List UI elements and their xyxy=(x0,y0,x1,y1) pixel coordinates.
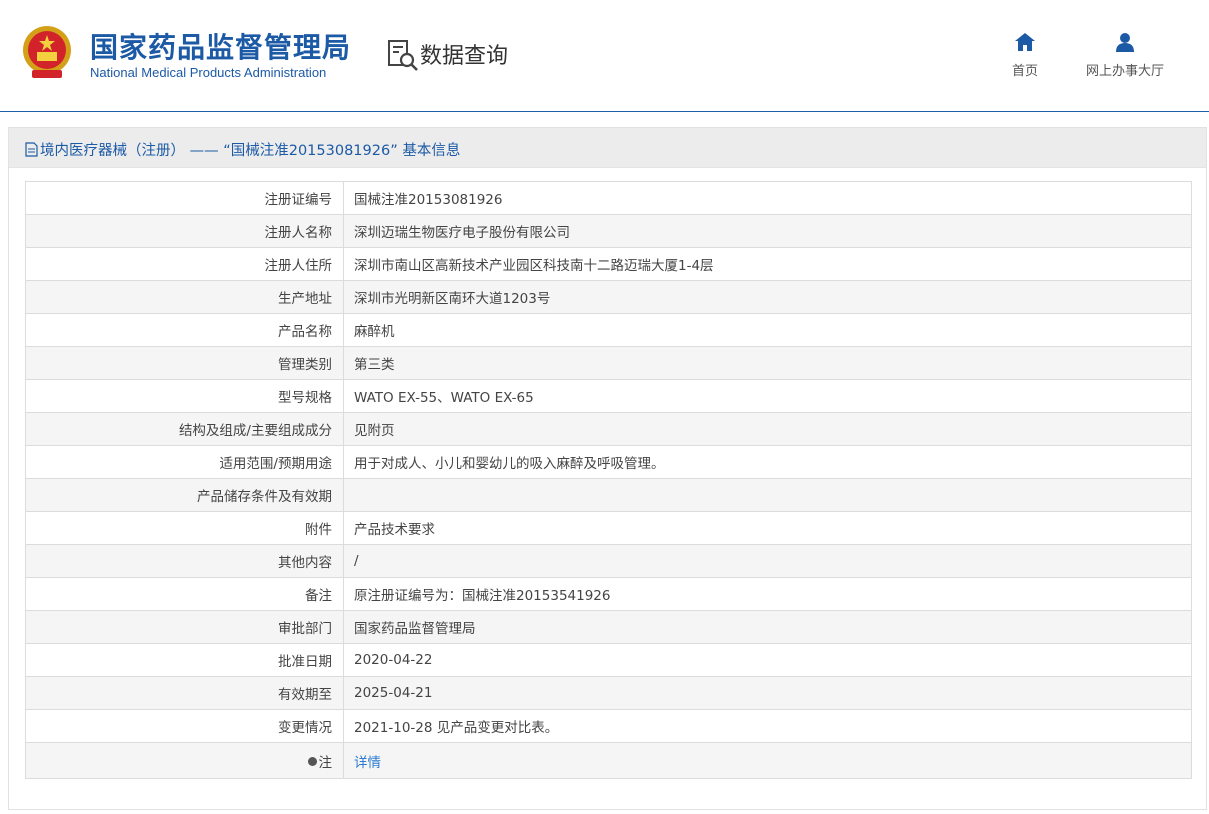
table-row: 有效期至 2025-04-21 xyxy=(25,676,1192,710)
field-label: 附件 xyxy=(25,511,344,545)
table-row: 管理类别 第三类 xyxy=(25,346,1192,380)
org-name-cn: 国家药品监督管理局 xyxy=(90,31,352,64)
site-header: 国家药品监督管理局 National Medical Products Admi… xyxy=(0,0,1209,112)
field-label: 批准日期 xyxy=(25,643,344,677)
table-row: 注册人名称 深圳迈瑞生物医疗电子股份有限公司 xyxy=(25,214,1192,248)
field-label: 变更情况 xyxy=(25,709,344,743)
field-value: / xyxy=(343,544,1192,578)
panel-header: 境内医疗器械（注册） —— “国械注准20153081926” 基本信息 xyxy=(9,128,1206,168)
field-label: 管理类别 xyxy=(25,346,344,380)
document-icon xyxy=(25,142,38,157)
data-query-icon xyxy=(388,40,418,71)
field-value: 国械注准20153081926 xyxy=(343,181,1192,215)
field-value: 深圳市光明新区南环大道1203号 xyxy=(343,280,1192,314)
field-value: 原注册证编号为：国械注准20153541926 xyxy=(343,577,1192,611)
field-value: 产品技术要求 xyxy=(343,511,1192,545)
field-value: 详情 xyxy=(343,742,1192,779)
field-value: 第三类 xyxy=(343,346,1192,380)
org-name-en: National Medical Products Administration xyxy=(90,65,327,80)
panel-title-text: 境内医疗器械（注册） —— “国械注准20153081926” 基本信息 xyxy=(40,143,461,159)
field-label: 有效期至 xyxy=(25,676,344,710)
table-row: 审批部门 国家药品监督管理局 xyxy=(25,610,1192,644)
field-value: 2025-04-21 xyxy=(343,676,1192,710)
field-label: 注册人名称 xyxy=(25,214,344,248)
field-value: 国家药品监督管理局 xyxy=(343,610,1192,644)
table-row: 批准日期 2020-04-22 xyxy=(25,643,1192,677)
field-label: 备注 xyxy=(25,577,344,611)
table-row: 附件 产品技术要求 xyxy=(25,511,1192,545)
table-row: 其他内容 / xyxy=(25,544,1192,578)
field-label: 适用范围/预期用途 xyxy=(25,445,344,479)
field-label: 其他内容 xyxy=(25,544,344,578)
table-row: 注册人住所 深圳市南山区高新技术产业园区科技南十二路迈瑞大厦1-4层 xyxy=(25,247,1192,281)
home-icon xyxy=(1015,33,1035,51)
note-label: 注 xyxy=(318,754,333,771)
table-row: 注册证编号 国械注准20153081926 xyxy=(25,181,1192,215)
table-row-note: 注 详情 xyxy=(25,742,1192,779)
table-row: 产品名称 麻醉机 xyxy=(25,313,1192,347)
field-value: 2020-04-22 xyxy=(343,643,1192,677)
field-label: 注册人住所 xyxy=(25,247,344,281)
nav-home[interactable]: 首页 xyxy=(1008,32,1042,79)
field-label: 注册证编号 xyxy=(25,181,344,215)
field-label: 产品名称 xyxy=(25,313,344,347)
field-value: 2021-10-28 见产品变更对比表。 xyxy=(343,709,1192,743)
table-row: 备注 原注册证编号为：国械注准20153541926 xyxy=(25,577,1192,611)
details-link[interactable]: 详情 xyxy=(354,755,381,771)
panel-title: 境内医疗器械（注册） —— “国械注准20153081926” 基本信息 xyxy=(25,139,460,160)
field-value xyxy=(343,478,1192,512)
user-icon xyxy=(1116,33,1134,52)
field-label: 生产地址 xyxy=(25,280,344,314)
field-value: 深圳市南山区高新技术产业园区科技南十二路迈瑞大厦1-4层 xyxy=(343,247,1192,281)
note-icon xyxy=(307,757,317,766)
table-row: 型号规格 WATO EX-55、WATO EX-65 xyxy=(25,379,1192,413)
table-row: 生产地址 深圳市光明新区南环大道1203号 xyxy=(25,280,1192,314)
field-value: WATO EX-55、WATO EX-65 xyxy=(343,379,1192,413)
field-value: 深圳迈瑞生物医疗电子股份有限公司 xyxy=(343,214,1192,248)
field-label: 审批部门 xyxy=(25,610,344,644)
table-row: 变更情况 2021-10-28 见产品变更对比表。 xyxy=(25,709,1192,743)
field-label: 结构及组成/主要组成成分 xyxy=(25,412,344,446)
registration-info-table: 注册证编号 国械注准20153081926 注册人名称 深圳迈瑞生物医疗电子股份有限公… xyxy=(25,181,1192,779)
table-row: 适用范围/预期用途 用于对成人、小儿和婴幼儿的吸入麻醉及呼吸管理。 xyxy=(25,445,1192,479)
field-label: 注 xyxy=(25,742,344,779)
field-label: 型号规格 xyxy=(25,379,344,413)
field-value: 麻醉机 xyxy=(343,313,1192,347)
field-label: 产品储存条件及有效期 xyxy=(25,478,344,512)
field-value: 见附页 xyxy=(343,412,1192,446)
table-row: 结构及组成/主要组成成分 见附页 xyxy=(25,412,1192,446)
nav-home-label: 首页 xyxy=(1011,64,1038,79)
table-row: 产品储存条件及有效期 xyxy=(25,478,1192,512)
nav-online-service-hall-label: 网上办事大厅 xyxy=(1085,64,1164,79)
detail-panel: 境内医疗器械（注册） —— “国械注准20153081926” 基本信息 注册证… xyxy=(8,127,1207,810)
nav-online-service-hall[interactable]: 网上办事大厅 xyxy=(1078,32,1172,79)
national-emblem-icon xyxy=(23,26,71,78)
page-title: 数据查询 xyxy=(420,44,509,69)
field-value: 用于对成人、小儿和婴幼儿的吸入麻醉及呼吸管理。 xyxy=(343,445,1192,479)
